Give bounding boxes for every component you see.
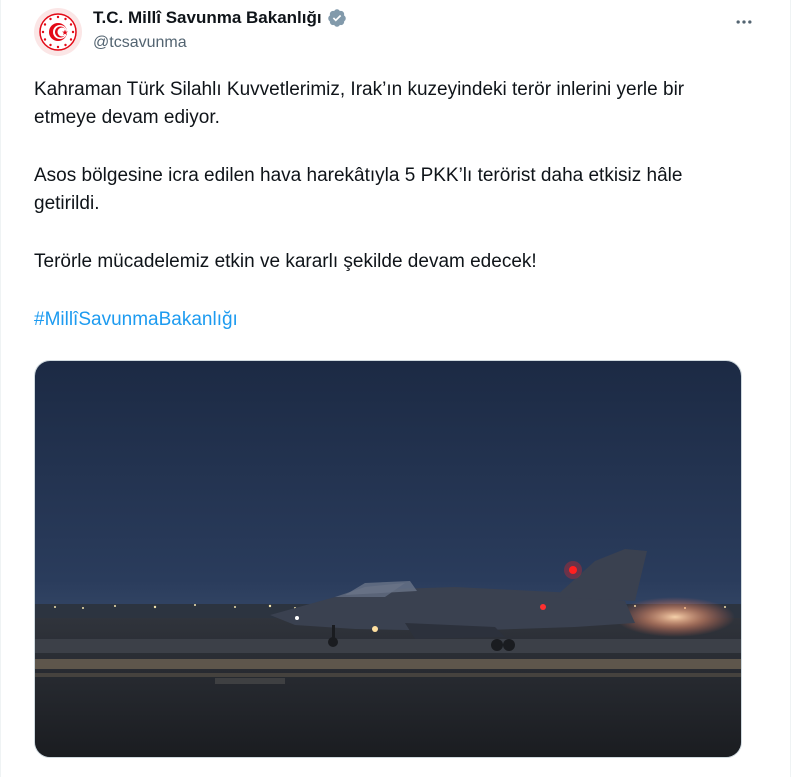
tweet-paragraph: Terörle mücadelemiz etkin ve kararlı şek… xyxy=(34,251,537,272)
tweet-media[interactable] xyxy=(34,360,742,758)
tweet-card[interactable]: T.C. Millî Savunma Bakanlığı @tcsavunma … xyxy=(0,0,791,777)
tweet-paragraph: Asos bölgesine icra edilen hava harekâtı… xyxy=(34,165,683,214)
tweet-paragraph: Kahraman Türk Silahlı Kuvvetlerimiz, Ira… xyxy=(34,79,685,128)
tweet-text: Kahraman Türk Silahlı Kuvvetlerimiz, Ira… xyxy=(34,76,734,364)
turkish-ministry-emblem-icon xyxy=(39,13,77,51)
author-handle[interactable]: @tcsavunma xyxy=(93,34,187,52)
author-display-name[interactable]: T.C. Millî Savunma Bakanlığı xyxy=(93,8,322,28)
fighter-jet-image xyxy=(35,361,741,757)
verified-badge-icon[interactable] xyxy=(327,8,347,28)
more-horizontal-icon xyxy=(736,20,752,24)
more-options-button[interactable] xyxy=(732,10,756,34)
hashtag-link[interactable]: #MillîSavunmaBakanlığı xyxy=(34,306,734,334)
author-name-row: T.C. Millî Savunma Bakanlığı xyxy=(93,8,347,28)
avatar[interactable] xyxy=(34,8,82,56)
